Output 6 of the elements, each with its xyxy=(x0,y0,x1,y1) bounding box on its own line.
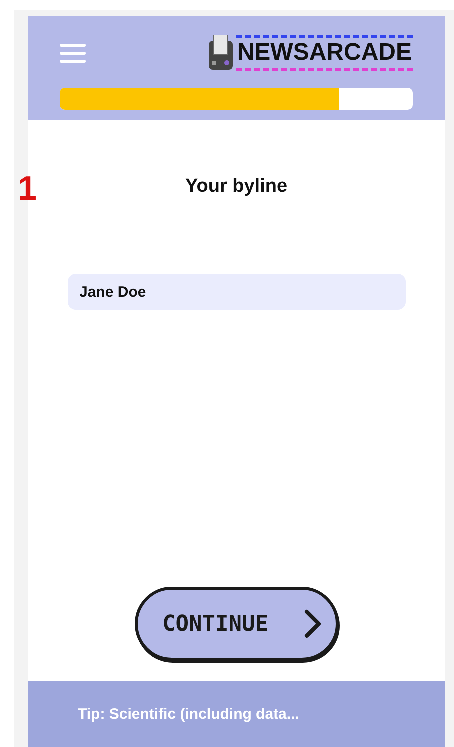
step-number: 1 xyxy=(18,170,37,209)
tip-text: Tip: Scientific (including data... xyxy=(78,706,300,722)
byline-field[interactable]: Jane Doe xyxy=(68,274,406,310)
page-title: Your byline xyxy=(185,176,288,198)
app-logo: NEWSARCADE xyxy=(236,35,413,71)
continue-button[interactable]: CONTINUE xyxy=(134,587,338,661)
